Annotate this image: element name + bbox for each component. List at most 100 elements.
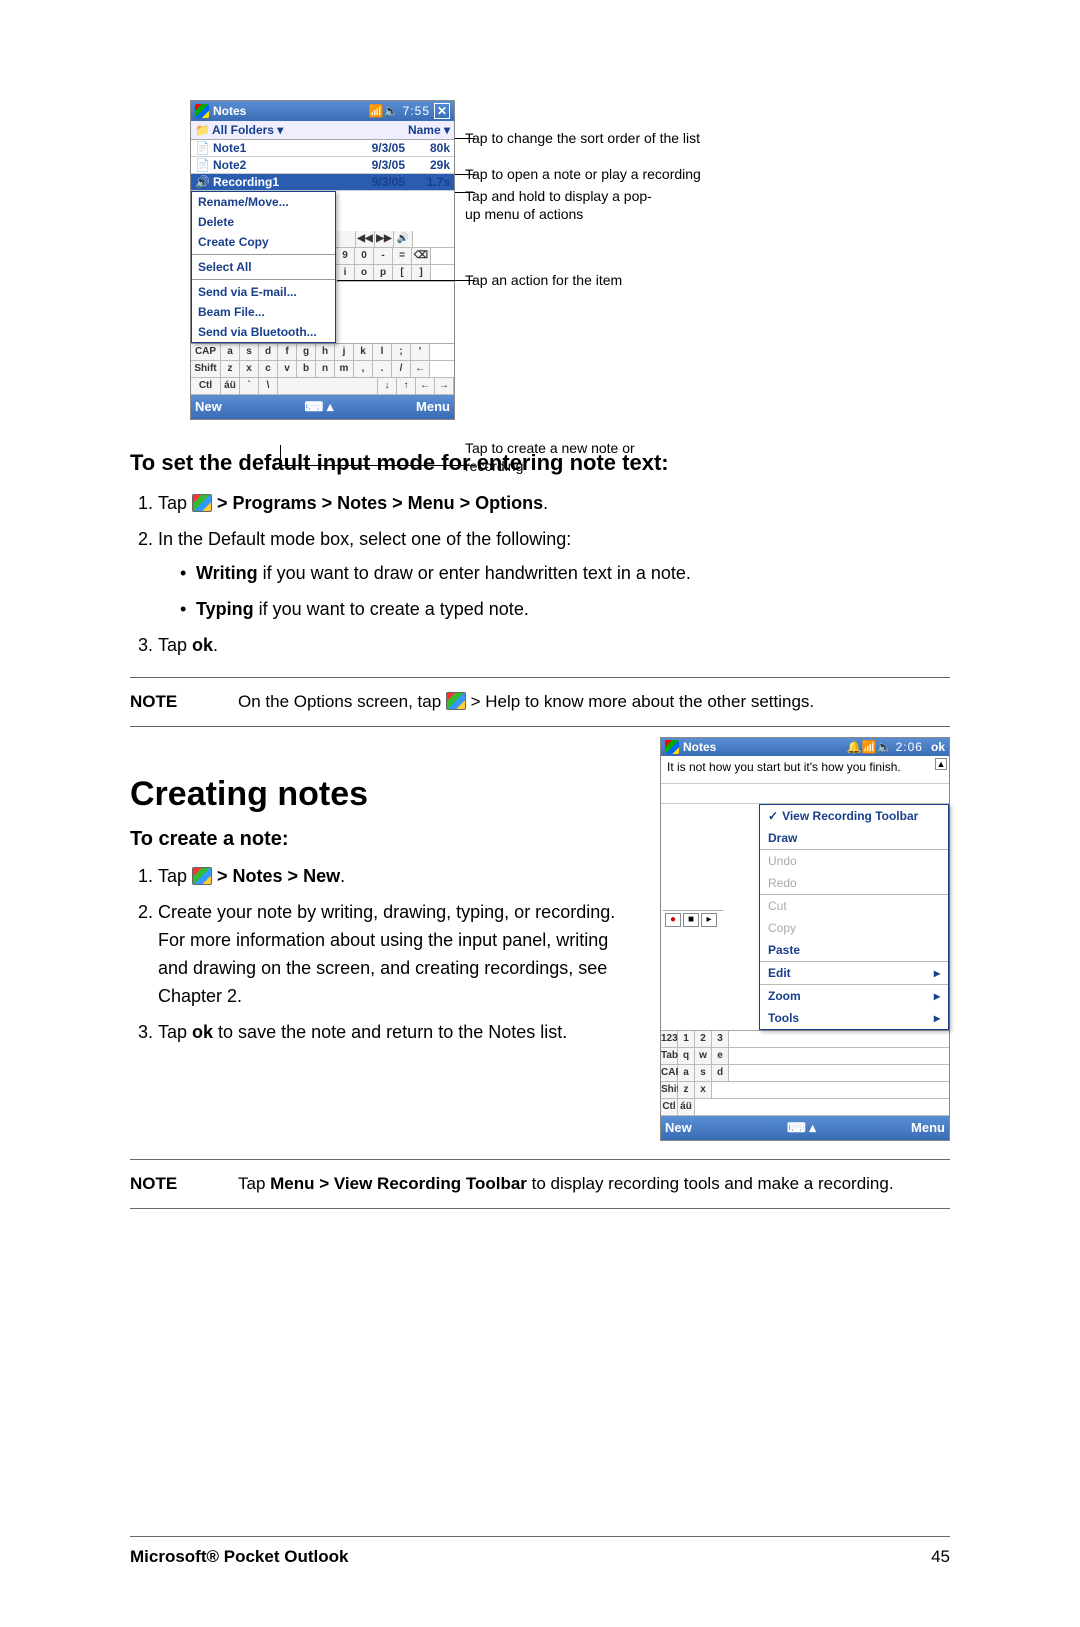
softkey-new[interactable]: New — [195, 399, 222, 415]
menu-copy: Copy — [760, 917, 948, 939]
menu-rename[interactable]: Rename/Move... — [192, 192, 335, 212]
softkey-bar: New ⌨ ▴ Menu — [661, 1116, 949, 1140]
note-label: NOTE — [130, 1172, 210, 1196]
folder-icon: 📁 — [195, 123, 210, 137]
heading-creating-notes: Creating notes — [130, 775, 640, 814]
folder-sort-bar: 📁All Folders ▾ Name ▾ — [191, 121, 454, 140]
step-3: Tap ok. — [158, 632, 950, 660]
step-2: In the Default mode box, select one of t… — [158, 526, 950, 624]
note-text: Tap Menu > View Recording Toolbar to dis… — [238, 1172, 894, 1196]
record-button[interactable]: ● — [665, 913, 681, 927]
bullet-writing: Writing if you want to draw or enter han… — [180, 560, 950, 588]
list-item[interactable]: 📄 Note1 9/3/05 80k — [191, 140, 454, 157]
callout-line — [280, 445, 281, 465]
menu-draw[interactable]: Draw — [760, 827, 948, 849]
menu-edit[interactable]: Edit▸ — [760, 961, 948, 984]
app-title: Notes — [683, 740, 716, 754]
start-icon — [192, 867, 212, 885]
page-footer: Microsoft® Pocket Outlook 45 — [130, 1536, 950, 1567]
callout-line — [337, 280, 475, 281]
callout-hold: Tap and hold to display a pop-up menu of… — [465, 188, 665, 223]
chevron-right-icon: ▸ — [934, 989, 940, 1003]
callout-sort: Tap to change the sort order of the list — [465, 130, 700, 148]
start-icon — [192, 494, 212, 512]
app-title: Notes — [213, 104, 246, 118]
callout-action: Tap an action for the item — [465, 272, 622, 290]
title-bar: Notes 📶 🔈 7:55 ✕ — [191, 101, 454, 121]
menu-view-recording-toolbar[interactable]: ✓View Recording Toolbar — [760, 805, 948, 827]
keyboard[interactable]: CAPasdfghjkl;' Shiftzxcvbnm,./← Ctláü`\↓… — [191, 343, 454, 395]
signal-icon: 📶 — [369, 104, 384, 118]
callout-line — [280, 465, 475, 466]
menu-send-email[interactable]: Send via E-mail... — [192, 279, 335, 302]
close-icon[interactable]: ✕ — [434, 103, 450, 119]
note-icon: 📄 — [195, 158, 209, 172]
kb-row: 90-=⌫ — [336, 248, 454, 265]
list-item-selected[interactable]: 🔊 Recording1 9/3/05 1.7s — [191, 174, 454, 191]
callout-open: Tap to open a note or play a recording — [465, 166, 701, 184]
sort-dropdown[interactable]: Name ▾ — [408, 123, 450, 137]
clock: 2:06 — [896, 740, 923, 754]
chevron-right-icon: ▸ — [934, 966, 940, 980]
title-bar: Notes 🔔 📶 🔈 2:06 ok — [661, 738, 949, 756]
list-item[interactable]: 📄 Note2 9/3/05 29k — [191, 157, 454, 174]
screenshot-notes-list: Notes 📶 🔈 7:55 ✕ 📁All Folders ▾ Name ▾ 📄… — [190, 100, 455, 420]
note-text: On the Options screen, tap > Help to kno… — [238, 690, 814, 714]
all-folders-dropdown[interactable]: 📁All Folders ▾ — [195, 123, 283, 137]
scroll-up-icon[interactable]: ▲ — [935, 758, 947, 770]
subheading-create-note: To create a note: — [130, 828, 640, 851]
softkey-bar: New ⌨ ▴ Menu — [191, 395, 454, 419]
keyboard[interactable]: 123123 Tabqwe CAPasd Shiftzx Ctláü — [661, 1030, 949, 1116]
softkey-menu[interactable]: Menu — [416, 399, 450, 415]
step-2: Create your note by writing, drawing, ty… — [158, 899, 640, 1011]
menu-undo: Undo — [760, 849, 948, 872]
start-icon[interactable] — [195, 104, 209, 118]
signal-icon: 📶 — [862, 740, 877, 754]
step-1: Tap > Programs > Notes > Menu > Options. — [158, 490, 950, 518]
playback-row: ◀◀▶▶🔊 — [336, 231, 454, 248]
alarm-icon: 🔔 — [847, 740, 862, 754]
context-menu: Rename/Move... Delete Create Copy Select… — [191, 191, 336, 343]
editor-menu: ✓View Recording Toolbar Draw Undo Redo C… — [759, 804, 949, 1030]
menu-create-copy[interactable]: Create Copy — [192, 232, 335, 252]
menu-bluetooth[interactable]: Send via Bluetooth... — [192, 322, 335, 342]
ok-button[interactable]: ok — [931, 740, 945, 754]
volume-icon: 🔈 — [877, 740, 892, 754]
check-icon: ✓ — [768, 809, 778, 823]
sip-icon[interactable]: ⌨ ▴ — [692, 1120, 911, 1136]
footer-title: Microsoft® Pocket Outlook — [130, 1547, 348, 1567]
note-label: NOTE — [130, 690, 210, 714]
menu-redo: Redo — [760, 872, 948, 894]
volume-icon: 🔈 — [384, 104, 399, 118]
bullet-typing: Typing if you want to create a typed not… — [180, 596, 950, 624]
page-number: 45 — [931, 1547, 950, 1567]
figure-1: Notes 📶 🔈 7:55 ✕ 📁All Folders ▾ Name ▾ 📄… — [130, 100, 950, 420]
recording-icon: 🔊 — [195, 175, 209, 189]
note-textarea[interactable]: It is not how you start but it's how you… — [661, 756, 949, 784]
menu-cut: Cut — [760, 894, 948, 917]
softkey-menu[interactable]: Menu — [911, 1120, 945, 1136]
step-3: Tap ok to save the note and return to th… — [158, 1019, 640, 1047]
steps-create-note: Tap > Notes > New. Create your note by w… — [130, 863, 640, 1046]
chevron-right-icon: ▸ — [934, 1011, 940, 1025]
stop-button[interactable]: ■ — [683, 913, 699, 927]
start-icon[interactable] — [665, 740, 679, 754]
play-button[interactable]: ▸ — [701, 913, 717, 927]
sip-icon[interactable]: ⌨ ▴ — [222, 399, 416, 415]
callout-new: Tap to create a new note or recording — [465, 440, 685, 475]
start-icon — [446, 692, 466, 710]
note-icon: 📄 — [195, 141, 209, 155]
clock: 7:55 — [403, 104, 430, 118]
recording-toolbar: ● ■ ▸ — [663, 910, 723, 929]
menu-select-all[interactable]: Select All — [192, 254, 335, 277]
steps-input-mode: Tap > Programs > Notes > Menu > Options.… — [130, 490, 950, 659]
menu-zoom[interactable]: Zoom▸ — [760, 984, 948, 1007]
menu-delete[interactable]: Delete — [192, 212, 335, 232]
menu-beam[interactable]: Beam File... — [192, 302, 335, 322]
screenshot-note-editor: Notes 🔔 📶 🔈 2:06 ok It is not how you st… — [660, 737, 950, 1141]
step-1: Tap > Notes > New. — [158, 863, 640, 891]
menu-tools[interactable]: Tools▸ — [760, 1007, 948, 1029]
menu-paste[interactable]: Paste — [760, 939, 948, 961]
softkey-new[interactable]: New — [665, 1120, 692, 1136]
note-box-1: NOTE On the Options screen, tap > Help t… — [130, 677, 950, 727]
